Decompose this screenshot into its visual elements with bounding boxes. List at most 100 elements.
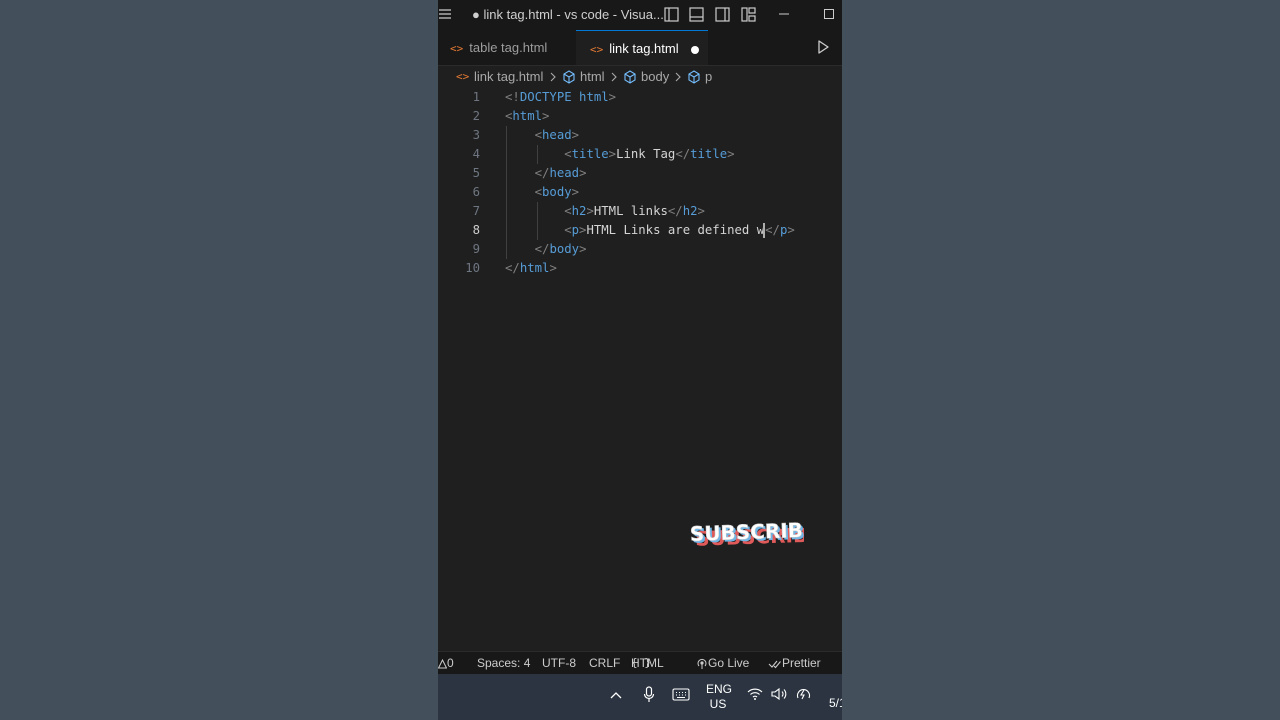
eol-status[interactable]: CRLF [589, 652, 620, 674]
line-number: 1 [472, 90, 480, 104]
breadcrumb-file[interactable]: link tag.html [474, 66, 543, 88]
tag-punctuation: > [579, 242, 587, 256]
code-text: HTML links [593, 204, 668, 218]
line-number: 9 [472, 242, 480, 256]
tag-punctuation: < [564, 147, 572, 161]
double-check-icon [768, 660, 781, 669]
tab-label: table tag.html [469, 40, 548, 55]
wifi-icon[interactable] [747, 687, 763, 704]
keyboard-icon[interactable] [672, 688, 690, 704]
code-line[interactable]: <head> [505, 126, 579, 145]
tag-punctuation: </ [765, 223, 780, 237]
golive-status[interactable]: Go Live [696, 652, 749, 674]
tag-punctuation: < [564, 204, 572, 218]
line-number: 7 [472, 204, 480, 218]
line-number: 10 [465, 261, 480, 275]
subscribe-text: SUBSCRIBE [690, 518, 804, 546]
tag-punctuation: > [608, 147, 617, 161]
unsaved-dot-icon[interactable] [690, 45, 699, 54]
encoding-status[interactable]: UTF-8 [542, 652, 576, 674]
problems-status[interactable]: 0 [438, 652, 454, 674]
language-label: HTML [631, 656, 664, 670]
status-bar: 0 Spaces: 4 UTF-8 CRLF { } HTML Go Live … [438, 651, 842, 674]
vscode-window: ● link tag.html - vs code - Visua... <> t… [438, 0, 842, 720]
html-file-icon: <> [590, 43, 604, 56]
code-line[interactable]: </html> [505, 259, 557, 278]
line-number: 3 [472, 128, 480, 142]
chevron-up-icon[interactable] [610, 689, 622, 703]
prettier-status[interactable]: Prettier [768, 652, 821, 674]
code-line[interactable]: <html> [505, 107, 549, 126]
title-bar: ● link tag.html - vs code - Visua... [438, 0, 842, 30]
broadcast-icon [697, 658, 707, 669]
tag-punctuation: > [571, 185, 580, 199]
input-language[interactable]: ENG US [706, 682, 733, 712]
run-icon[interactable] [816, 39, 830, 60]
minimize-icon[interactable] [778, 5, 790, 24]
tag-name: html [512, 109, 543, 123]
clock[interactable]: 5/1 [829, 696, 842, 710]
tab-label: link tag.html [609, 41, 679, 56]
spaces-status[interactable]: Spaces: 4 [477, 652, 530, 674]
code-line[interactable]: </body> [505, 240, 587, 259]
microphone-icon[interactable] [643, 686, 655, 707]
tag-name: head [542, 128, 572, 142]
tag-punctuation: > [697, 204, 705, 218]
window-title: ● link tag.html - vs code - Visua... [472, 7, 664, 22]
code-line[interactable]: <!DOCTYPE html> [505, 88, 616, 107]
problems-count: 0 [447, 656, 454, 670]
breadcrumb-html[interactable]: html [580, 66, 605, 88]
tag-punctuation: </ [667, 204, 683, 218]
volume-icon[interactable] [771, 687, 788, 704]
tag-name: body [549, 242, 580, 256]
tag-name: title [690, 147, 728, 161]
code-line[interactable]: <title>Link Tag</title> [505, 145, 735, 164]
tag-name: title [571, 147, 609, 161]
editor-tabs: <> table tag.html <> link tag.html [438, 30, 842, 66]
tag-name: html [579, 90, 609, 104]
menu-icon[interactable] [438, 7, 452, 24]
html-file-icon: <> [456, 70, 470, 83]
toggle-primary-sidebar-icon[interactable] [664, 7, 679, 25]
tag-name: body [542, 185, 572, 199]
toggle-panel-icon[interactable] [689, 7, 704, 25]
tag-punctuation: > [727, 147, 735, 161]
tab-link-tag[interactable]: <> link tag.html [576, 30, 708, 65]
code-line[interactable]: <h2>HTML links</h2> [505, 202, 705, 221]
breadcrumb-body[interactable]: body [641, 66, 669, 88]
tag-punctuation: > [586, 204, 594, 218]
language-region: US [709, 697, 727, 711]
tag-punctuation: </ [534, 166, 550, 180]
customize-layout-icon[interactable] [741, 7, 756, 25]
tag-punctuation: </ [534, 242, 550, 256]
html-file-icon: <> [450, 42, 464, 55]
tag-name: h2 [571, 204, 587, 218]
toggle-secondary-sidebar-icon[interactable] [715, 7, 730, 25]
code-line[interactable]: <body> [505, 183, 579, 202]
tag-punctuation: > [608, 90, 617, 104]
line-number: 8 [472, 223, 480, 237]
tag-punctuation: > [787, 223, 795, 237]
warning-icon [438, 658, 448, 669]
tag-punctuation: < [564, 223, 572, 237]
code-editor[interactable]: 1 <!DOCTYPE html> 2 <html> 3 <head> 4 <title>… [438, 88, 842, 648]
maximize-icon[interactable] [823, 5, 835, 24]
tag-name: DOCTYPE [519, 90, 572, 104]
line-number: 4 [472, 147, 480, 161]
code-line[interactable]: </head> [505, 164, 587, 183]
code-line[interactable]: <p>HTML Links are defined w</p> [505, 221, 795, 240]
breadcrumb: <> link tag.html html body p [438, 66, 842, 88]
battery-charging-icon[interactable] [795, 686, 812, 705]
line-number: 2 [472, 109, 480, 123]
tag-punctuation: > [542, 109, 550, 123]
tag-punctuation: </ [505, 261, 520, 275]
breadcrumb-p[interactable]: p [705, 66, 712, 88]
language-code: ENG [706, 682, 733, 696]
tab-table-tag[interactable]: <> table tag.html [438, 30, 576, 65]
